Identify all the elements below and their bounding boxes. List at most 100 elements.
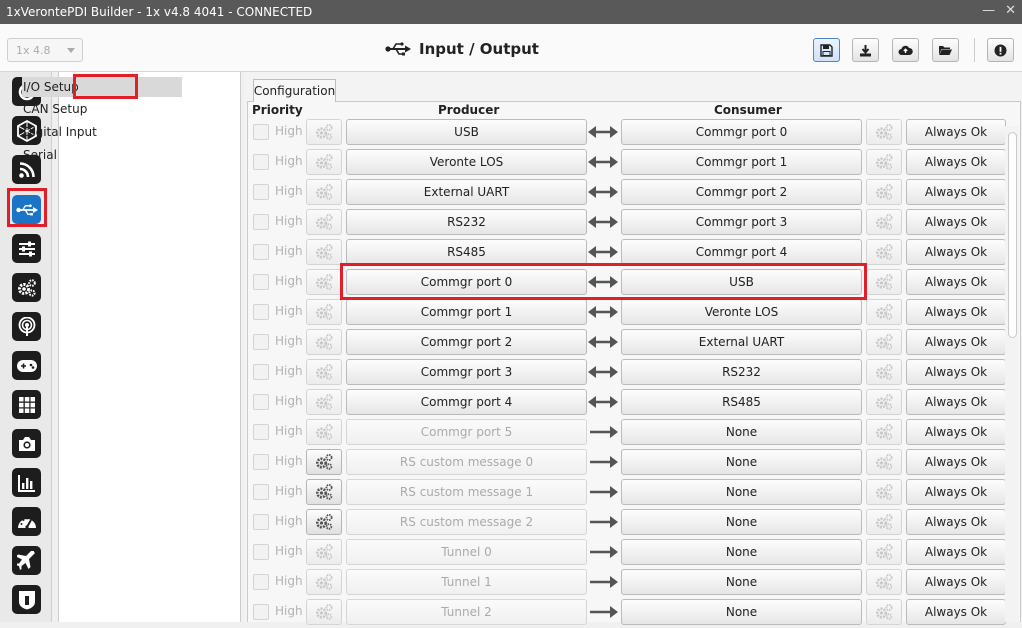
producer-settings-button[interactable] — [306, 149, 342, 175]
consumer-button[interactable]: External UART — [621, 329, 862, 355]
consumer-settings-button[interactable] — [866, 179, 902, 205]
status-button[interactable]: Always Ok — [906, 389, 1006, 415]
tab-configuration[interactable]: Configuration — [253, 79, 336, 102]
producer-button[interactable]: Tunnel 2 — [346, 599, 587, 625]
priority-checkbox[interactable] — [253, 124, 269, 140]
producer-settings-button[interactable] — [306, 179, 342, 205]
producer-button[interactable]: Commgr port 2 — [346, 329, 587, 355]
producer-button[interactable]: RS custom message 0 — [346, 449, 587, 475]
priority-checkbox[interactable] — [253, 484, 269, 500]
producer-settings-button[interactable] — [306, 239, 342, 265]
status-button[interactable]: Always Ok — [906, 299, 1006, 325]
status-button[interactable]: Always Ok — [906, 509, 1006, 535]
producer-settings-button[interactable] — [306, 119, 342, 145]
status-button[interactable]: Always Ok — [906, 479, 1006, 505]
status-button[interactable]: Always Ok — [906, 419, 1006, 445]
priority-checkbox[interactable] — [253, 574, 269, 590]
cloud-upload-button[interactable] — [892, 38, 919, 62]
producer-settings-button[interactable] — [306, 269, 342, 295]
priority-checkbox[interactable] — [253, 244, 269, 260]
consumer-settings-button[interactable] — [866, 539, 902, 565]
producer-settings-button[interactable] — [306, 569, 342, 595]
consumer-settings-button[interactable] — [866, 239, 902, 265]
producer-settings-button[interactable] — [306, 479, 342, 505]
consumer-button[interactable]: None — [621, 599, 862, 625]
status-button[interactable]: Always Ok — [906, 179, 1006, 205]
producer-button[interactable]: Veronte LOS — [346, 149, 587, 175]
priority-checkbox[interactable] — [253, 394, 269, 410]
status-button[interactable]: Always Ok — [906, 269, 1006, 295]
consumer-settings-button[interactable] — [866, 509, 902, 535]
producer-settings-button[interactable] — [306, 209, 342, 235]
scrollbar-thumb[interactable] — [1008, 132, 1017, 338]
consumer-button[interactable]: None — [621, 479, 862, 505]
consumer-button[interactable]: Commgr port 1 — [621, 149, 862, 175]
producer-button[interactable]: USB — [346, 119, 587, 145]
priority-checkbox[interactable] — [253, 454, 269, 470]
producer-settings-button[interactable] — [306, 359, 342, 385]
nav-item-can-setup[interactable]: CAN Setup — [22, 99, 87, 119]
producer-button[interactable]: RS custom message 1 — [346, 479, 587, 505]
producer-button[interactable]: External UART — [346, 179, 587, 205]
consumer-settings-button[interactable] — [866, 119, 902, 145]
consumer-button[interactable]: Commgr port 3 — [621, 209, 862, 235]
producer-settings-button[interactable] — [306, 449, 342, 475]
producer-button[interactable]: Tunnel 0 — [346, 539, 587, 565]
consumer-button[interactable]: None — [621, 449, 862, 475]
producer-button[interactable]: Commgr port 1 — [346, 299, 587, 325]
status-button[interactable]: Always Ok — [906, 449, 1006, 475]
status-button[interactable]: Always Ok — [906, 599, 1006, 625]
status-button[interactable]: Always Ok — [906, 539, 1006, 565]
consumer-settings-button[interactable] — [866, 149, 902, 175]
status-button[interactable]: Always Ok — [906, 209, 1006, 235]
consumer-settings-button[interactable] — [866, 389, 902, 415]
priority-checkbox[interactable] — [253, 424, 269, 440]
consumer-button[interactable]: Commgr port 2 — [621, 179, 862, 205]
consumer-settings-button[interactable] — [866, 419, 902, 445]
consumer-button[interactable]: None — [621, 539, 862, 565]
consumer-button[interactable]: RS485 — [621, 389, 862, 415]
consumer-button[interactable]: None — [621, 509, 862, 535]
priority-checkbox[interactable] — [253, 364, 269, 380]
producer-settings-button[interactable] — [306, 299, 342, 325]
consumer-settings-button[interactable] — [866, 479, 902, 505]
consumer-settings-button[interactable] — [866, 329, 902, 355]
consumer-button[interactable]: Commgr port 0 — [621, 119, 862, 145]
consumer-settings-button[interactable] — [866, 299, 902, 325]
priority-checkbox[interactable] — [253, 274, 269, 290]
producer-button[interactable]: RS485 — [346, 239, 587, 265]
producer-button[interactable]: Commgr port 3 — [346, 359, 587, 385]
open-folder-button[interactable] — [932, 38, 959, 62]
minimize-icon[interactable]: — — [982, 3, 995, 18]
producer-button[interactable]: Commgr port 5 — [346, 419, 587, 445]
status-button[interactable]: Always Ok — [906, 569, 1006, 595]
version-select[interactable]: 1x 4.8 — [7, 38, 83, 62]
producer-settings-button[interactable] — [306, 329, 342, 355]
status-button[interactable]: Always Ok — [906, 329, 1006, 355]
priority-checkbox[interactable] — [253, 544, 269, 560]
save-button[interactable] — [813, 38, 840, 62]
download-button[interactable] — [852, 38, 879, 62]
priority-checkbox[interactable] — [253, 334, 269, 350]
producer-settings-button[interactable] — [306, 539, 342, 565]
status-button[interactable]: Always Ok — [906, 149, 1006, 175]
producer-settings-button[interactable] — [306, 389, 342, 415]
consumer-button[interactable]: Veronte LOS — [621, 299, 862, 325]
consumer-button[interactable]: Commgr port 4 — [621, 239, 862, 265]
priority-checkbox[interactable] — [253, 154, 269, 170]
status-button[interactable]: Always Ok — [906, 119, 1006, 145]
consumer-button[interactable]: None — [621, 419, 862, 445]
producer-button[interactable]: Commgr port 4 — [346, 389, 587, 415]
producer-button[interactable]: Tunnel 1 — [346, 569, 587, 595]
status-button[interactable]: Always Ok — [906, 239, 1006, 265]
consumer-settings-button[interactable] — [866, 599, 902, 625]
priority-checkbox[interactable] — [253, 604, 269, 620]
close-icon[interactable]: ✕ — [1005, 3, 1016, 18]
producer-button[interactable]: RS custom message 2 — [346, 509, 587, 535]
priority-checkbox[interactable] — [253, 304, 269, 320]
consumer-button[interactable]: None — [621, 569, 862, 595]
priority-checkbox[interactable] — [253, 214, 269, 230]
consumer-button[interactable]: RS232 — [621, 359, 862, 385]
priority-checkbox[interactable] — [253, 514, 269, 530]
producer-settings-button[interactable] — [306, 599, 342, 625]
